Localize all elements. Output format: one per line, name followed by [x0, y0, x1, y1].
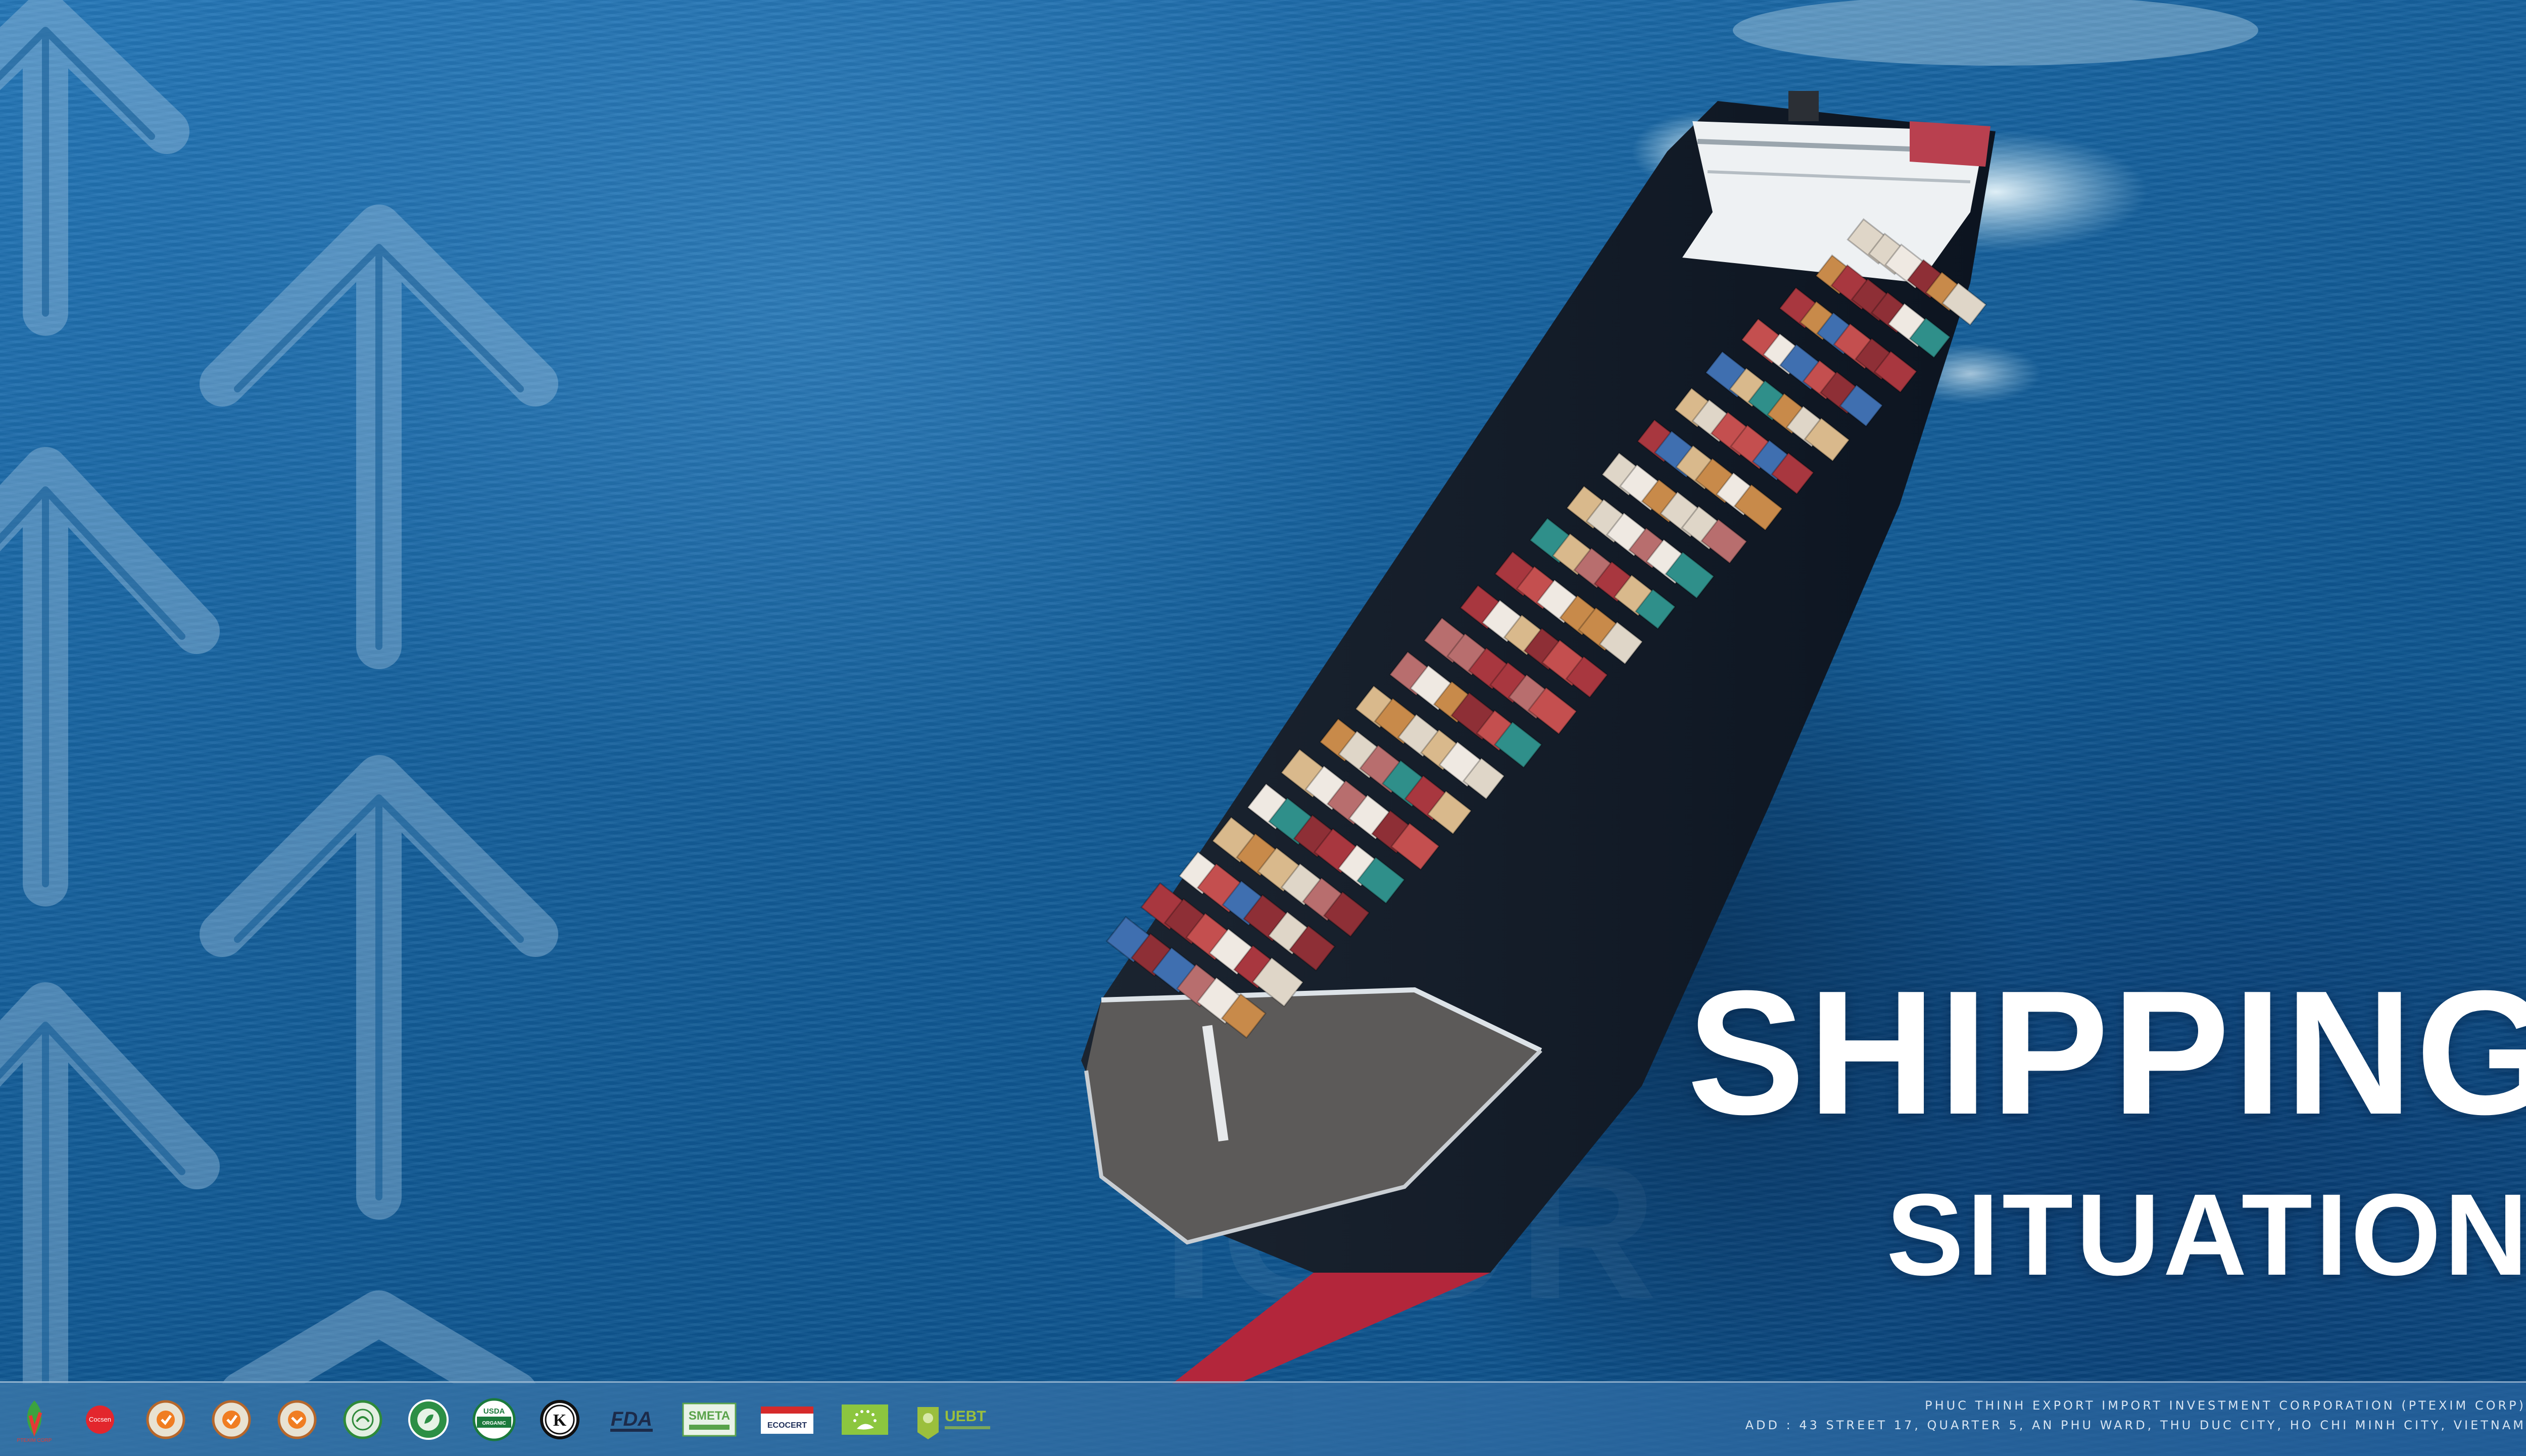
company-name: PHUC THINH EXPORT IMPORT INVESTMENT CORP… — [1925, 1398, 2526, 1413]
svg-text:Cocsen: Cocsen — [89, 1416, 111, 1423]
certification-seal-2-logo — [207, 1395, 256, 1444]
slide-title-line2: SITUATION — [1886, 1170, 2526, 1299]
kosher-logo: K — [536, 1395, 584, 1444]
svg-text:K: K — [553, 1411, 567, 1430]
svg-text:USDA: USDA — [483, 1407, 505, 1416]
certification-logos: PTEXIM CORP Cocsen USDA ORGANIC K FDA SM… — [10, 1388, 1008, 1451]
cocosen-logo: Cocsen — [76, 1395, 124, 1444]
svg-text:FDA: FDA — [611, 1408, 652, 1430]
fda-logo: FDA — [601, 1395, 662, 1444]
eu-organic-logo — [835, 1395, 895, 1444]
company-address: ADD : 43 STREET 17, QUARTER 5, AN PHU WA… — [1745, 1418, 2526, 1432]
slide-title-line1: SHIPPING — [1687, 954, 2526, 1151]
funnel — [1788, 91, 1819, 121]
ecocert-logo: ECOCERT — [757, 1395, 817, 1444]
svg-text:ECOCERT: ECOCERT — [767, 1421, 807, 1430]
certification-seal-1-logo — [141, 1395, 190, 1444]
svg-text:UEBT: UEBT — [945, 1408, 986, 1425]
organic-seal-logo — [404, 1395, 453, 1444]
svg-text:SMETA: SMETA — [689, 1409, 730, 1423]
halal-seal-logo — [338, 1395, 387, 1444]
smeta-logo: SMETA — [679, 1395, 740, 1444]
usda-organic-logo: USDA ORGANIC — [470, 1395, 518, 1444]
certification-seal-3-logo — [273, 1395, 321, 1444]
svg-text:PTEXIM CORP: PTEXIM CORP — [17, 1438, 52, 1443]
wake-trail — [1733, 0, 2258, 66]
ptexim-corp-logo: PTEXIM CORP — [10, 1395, 59, 1444]
hull-waterline-red — [1172, 1273, 1490, 1384]
uebt-logo: UEBT — [912, 1395, 1008, 1444]
svg-text:ORGANIC: ORGANIC — [482, 1421, 506, 1426]
